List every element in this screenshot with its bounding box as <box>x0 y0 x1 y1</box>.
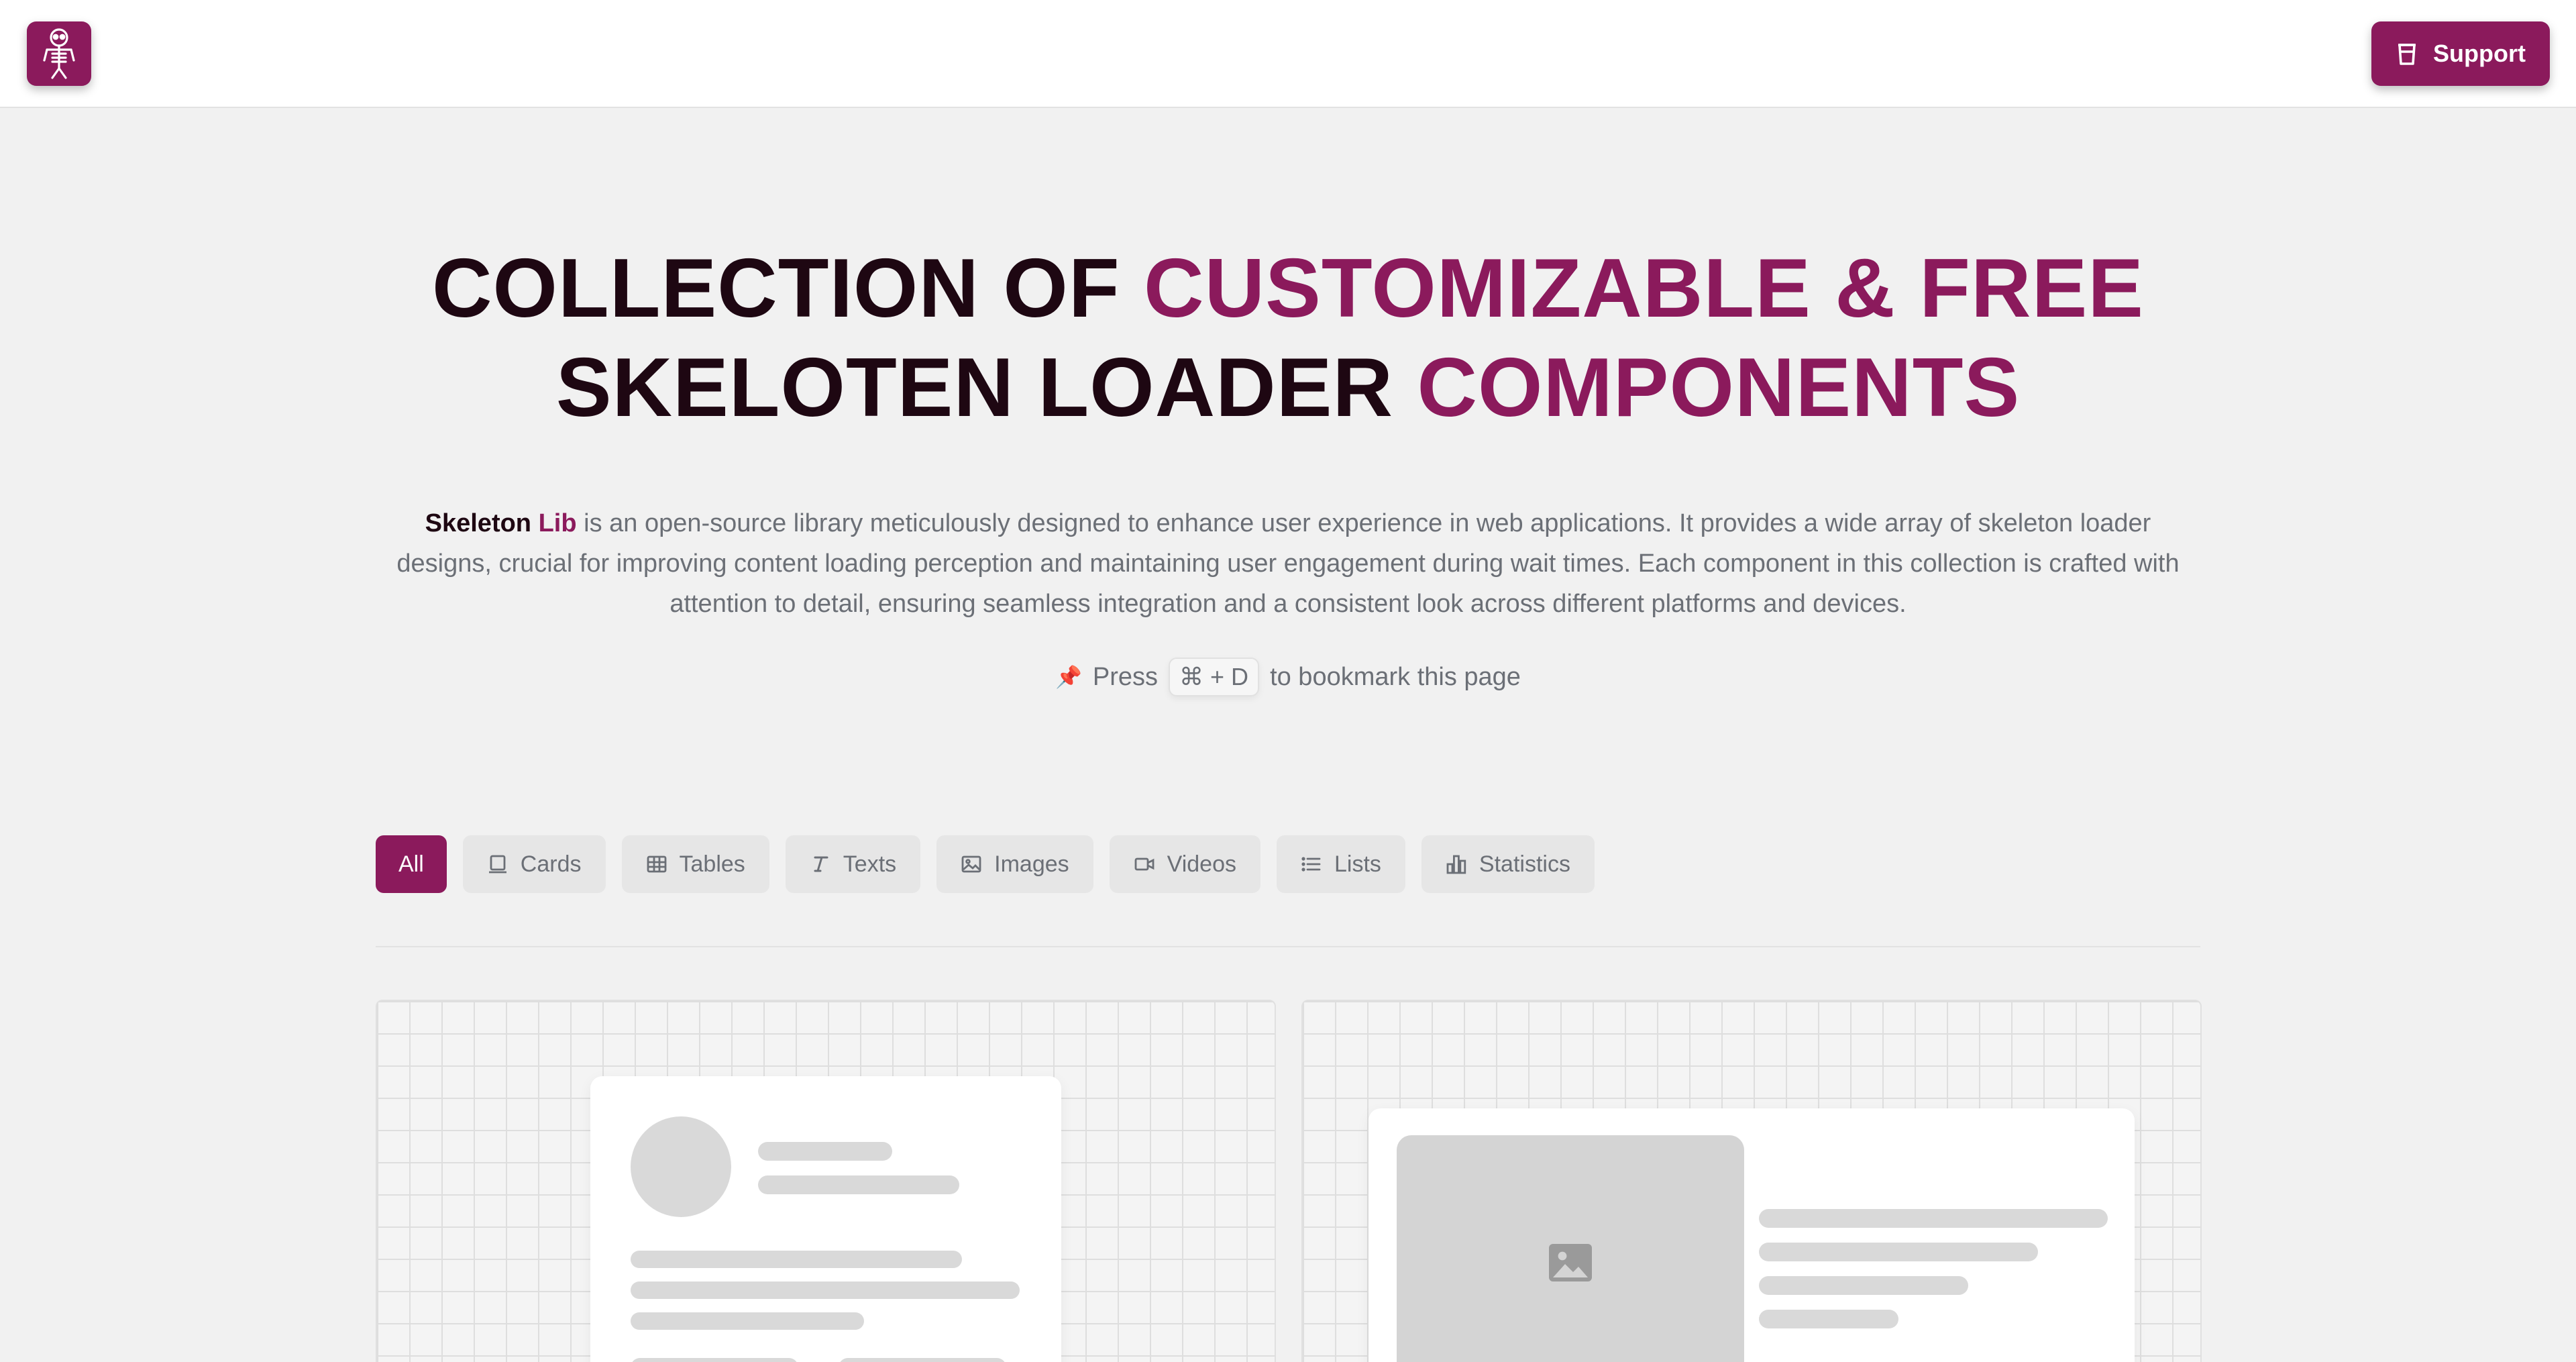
brand-name-part1: Skeleton <box>425 509 532 537</box>
support-label: Support <box>2433 40 2526 67</box>
tab-images[interactable]: Images <box>936 835 1093 893</box>
skeleton-line <box>1759 1209 2108 1228</box>
tab-tables[interactable]: Tables <box>621 835 769 893</box>
skeleton-line <box>1759 1276 1968 1295</box>
tab-statistics[interactable]: Statistics <box>1421 835 1595 893</box>
skeleton-button <box>839 1358 1006 1362</box>
image-placeholder-icon <box>1549 1244 1592 1281</box>
bookmark-suffix-text: to bookmark this page <box>1270 662 1521 691</box>
skeleton-profile-card <box>590 1076 1061 1362</box>
brand-name-part2: Lib <box>531 509 577 537</box>
skeleton-line <box>758 1142 892 1161</box>
intro-description: Skeleton Lib is an open-source library m… <box>376 503 2200 624</box>
component-preview-media[interactable] <box>1301 1000 2202 1362</box>
tab-label: Images <box>994 851 1069 877</box>
skeleton-avatar <box>631 1116 731 1217</box>
coffee-cup-icon <box>2398 44 2416 65</box>
bar-chart-icon <box>1446 855 1466 874</box>
video-icon <box>1134 857 1155 871</box>
keyboard-shortcut: ⌘ + D <box>1169 658 1260 696</box>
skeleton-line <box>1759 1243 2038 1261</box>
card-icon <box>488 855 506 874</box>
image-icon <box>961 855 981 873</box>
skeleton-button <box>631 1358 798 1362</box>
tab-label: All <box>398 851 424 877</box>
text-icon <box>814 856 828 872</box>
top-navbar: Support <box>0 0 2576 108</box>
table-icon <box>647 855 666 873</box>
tab-lists[interactable]: Lists <box>1277 835 1405 893</box>
pushpin-icon: 📌 <box>1055 665 1082 689</box>
component-preview-card[interactable] <box>376 1000 1276 1362</box>
category-filter-tabs: All Cards Tables Texts Images Videos Lis… <box>376 835 1595 893</box>
tab-videos[interactable]: Videos <box>1109 835 1260 893</box>
skeleton-line <box>631 1312 864 1330</box>
list-icon <box>1301 857 1321 872</box>
tab-label: Statistics <box>1479 851 1570 877</box>
tab-cards[interactable]: Cards <box>462 835 606 893</box>
tab-label: Tables <box>679 851 745 877</box>
tab-label: Cards <box>520 851 582 877</box>
title-segment: SKELOTEN <box>555 342 1038 434</box>
bookmark-hint: 📌 Press ⌘ + D to bookmark this page <box>0 658 2576 696</box>
title-segment: OF <box>979 242 1144 335</box>
support-button[interactable]: Support <box>2371 21 2550 86</box>
tab-label: Lists <box>1334 851 1381 877</box>
tab-all[interactable]: All <box>376 835 447 893</box>
description-text: is an open-source library meticulously d… <box>396 509 2180 618</box>
skeleton-icon <box>43 28 75 79</box>
skeleton-line <box>631 1281 1020 1299</box>
tab-texts[interactable]: Texts <box>785 835 921 893</box>
skeleton-media-card <box>1368 1108 2135 1362</box>
title-segment: COMPONENTS <box>1393 342 2021 434</box>
section-divider <box>376 946 2200 947</box>
title-segment: CUSTOMIZABLE & FREE <box>1144 242 2145 335</box>
page-title: COLLECTION OF CUSTOMIZABLE & FREE SKELOT… <box>0 239 2576 437</box>
skeleton-line <box>1759 1310 1898 1328</box>
tab-label: Videos <box>1167 851 1236 877</box>
title-segment: COLLECTION <box>431 242 979 335</box>
skeleton-line <box>758 1175 959 1194</box>
tab-label: Texts <box>843 851 897 877</box>
skeleton-line <box>631 1251 962 1268</box>
title-segment: LOADER <box>1038 342 1393 434</box>
bookmark-press-text: Press <box>1092 662 1159 691</box>
logo[interactable] <box>27 21 91 86</box>
skeleton-image <box>1397 1135 1744 1362</box>
